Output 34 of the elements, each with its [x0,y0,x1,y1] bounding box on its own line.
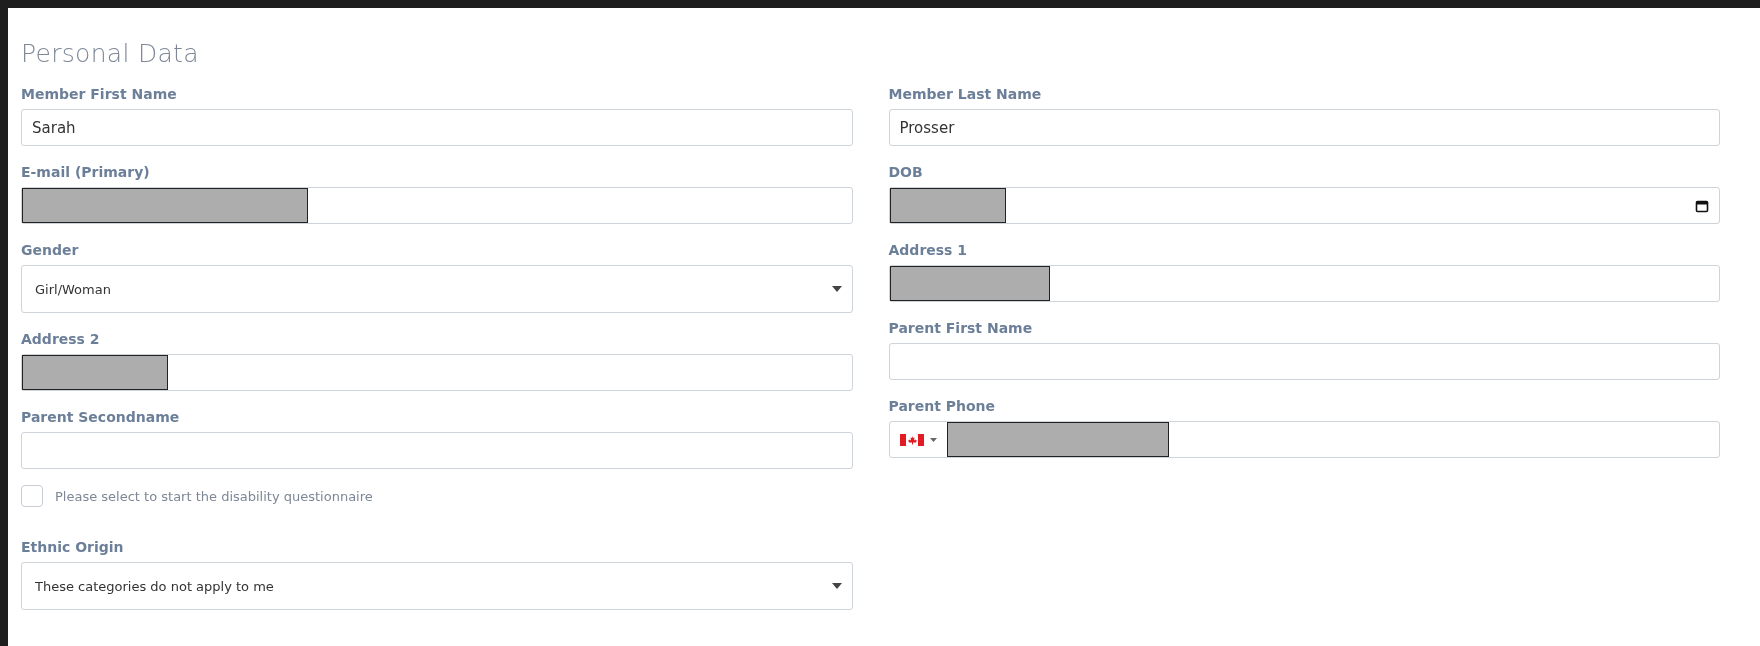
flag-icon[interactable] [899,433,924,446]
text-field[interactable] [888,343,1720,380]
select-field[interactable]: Girl/Woman [21,265,853,313]
select-field[interactable]: These categories do not apply to me [21,562,853,610]
text-field[interactable] [21,432,853,469]
field-label: E-mail (Primary) [21,163,150,182]
field-value: Prosser [899,118,955,137]
checkbox-label: Please select to start the disability questionnaire [55,488,373,504]
caret-icon [831,583,842,589]
calendar-icon[interactable] [1695,198,1709,213]
checkbox[interactable] [21,485,43,507]
field-label: Gender [21,241,79,260]
text-field[interactable] [21,187,853,224]
field-value: Sarah [32,118,76,137]
text-field[interactable]: Sarah [21,109,853,146]
text-field[interactable] [21,354,853,391]
select-value: Girl/Woman [35,281,111,297]
text-field[interactable] [888,265,1720,302]
caret-icon [831,286,842,292]
section-title: Personal Data [21,40,200,68]
field-label: Member First Name [21,85,177,104]
field-label: Address 2 [21,330,100,349]
field-label: Member Last Name [888,85,1042,104]
select-value: These categories do not apply to me [35,578,274,594]
field-label: DOB [888,163,923,182]
field-label: Parent Secondname [21,408,180,427]
caret-icon [929,437,937,442]
field-label: Parent Phone [888,397,996,416]
field-label: Parent First Name [888,319,1033,338]
field-label: Ethnic Origin [21,538,124,557]
field-label: Address 1 [888,241,968,260]
text-field[interactable]: Prosser [888,109,1720,146]
date-field[interactable] [888,187,1720,224]
phone-field[interactable] [888,421,1720,458]
